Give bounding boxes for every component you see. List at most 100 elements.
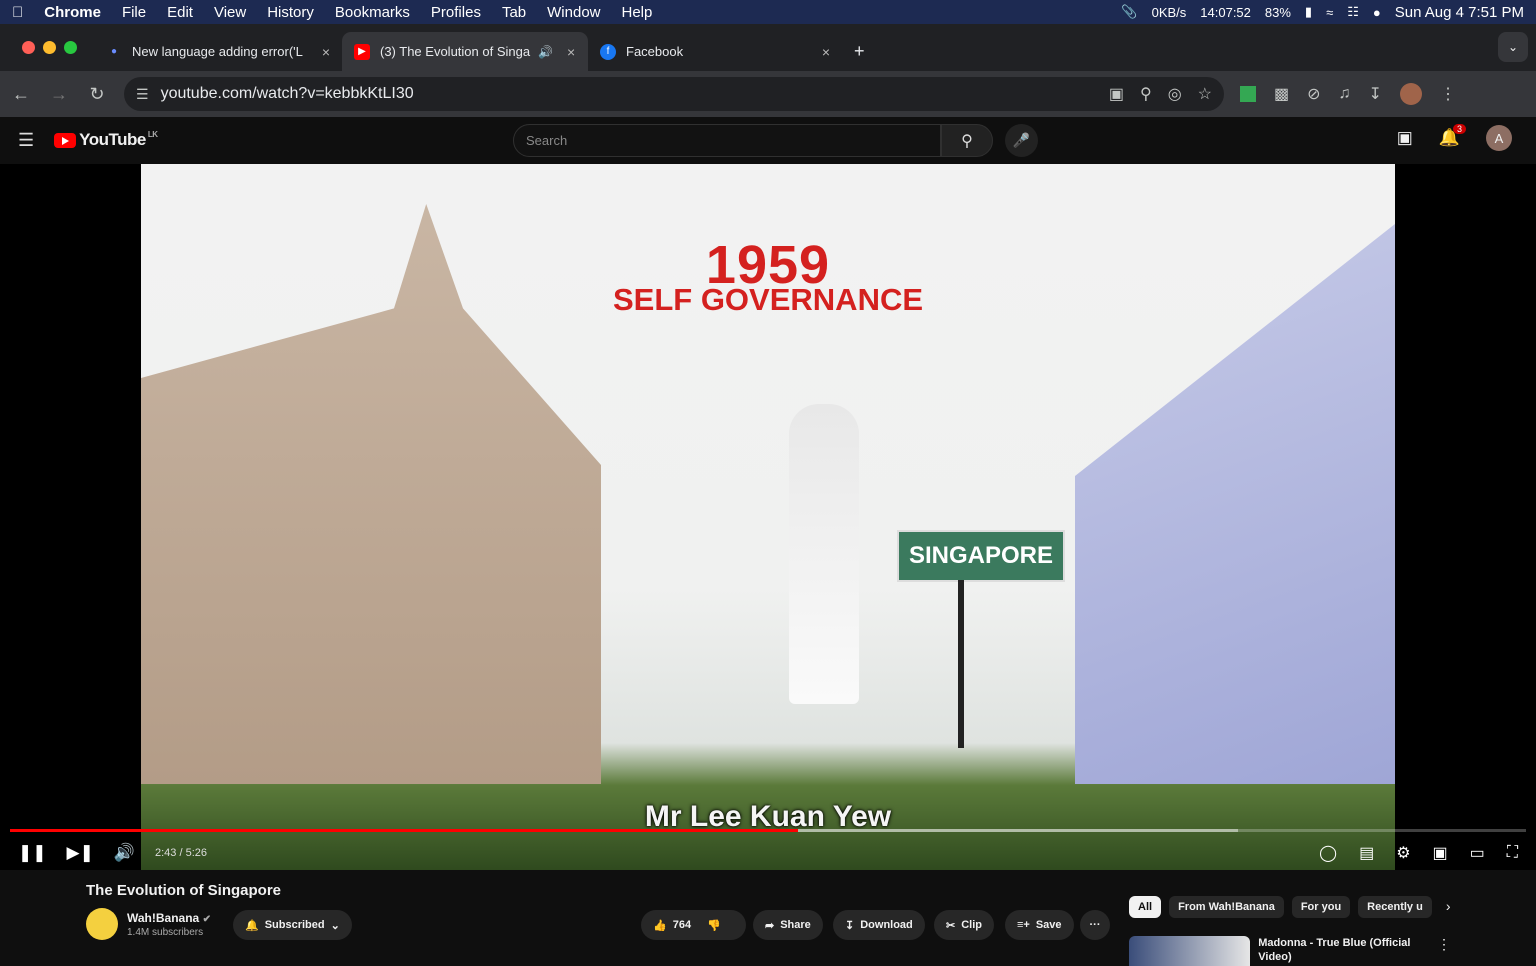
clip-button[interactable]: ✂ Clip [934, 910, 994, 940]
forward-icon[interactable]: → [48, 84, 70, 105]
zoom-window-button[interactable] [64, 41, 77, 54]
chip-all[interactable]: All [1129, 896, 1162, 918]
chip-for-you[interactable]: For you [1291, 896, 1351, 918]
tab-strip: ● New language adding error('L × ▶ (3) T… [0, 24, 1536, 71]
tab-search-button[interactable]: ⌄ [1498, 32, 1528, 62]
network-speed: 0KB/s [1151, 4, 1187, 20]
close-tab-icon[interactable]: × [567, 44, 575, 60]
paperclip-icon[interactable]: 📎 [1121, 4, 1137, 20]
youtube-logo[interactable]: YouTube LK [54, 130, 158, 150]
more-actions-button[interactable]: ··· [1080, 910, 1110, 940]
fullscreen-icon[interactable]: ⛶ [1507, 844, 1518, 862]
youtube-play-logo-icon [54, 132, 77, 148]
back-icon[interactable]: ← [10, 84, 32, 105]
share-button[interactable]: ➦ Share [753, 910, 823, 940]
wifi-icon[interactable]: ≈ [1326, 5, 1333, 20]
channel-name[interactable]: Wah!Banana ✔ [127, 911, 211, 925]
channel-info: Wah!Banana ✔ 1.4M subscribers [86, 908, 211, 940]
video-player[interactable]: 1959 SELF GOVERNANCE SINGAPORE Mr Lee Ku… [0, 164, 1536, 870]
recommended-video[interactable]: Madonna - True Blue (Official Video) ⋮ [1129, 936, 1451, 966]
recommendation-chips: All From Wah!Banana For you Recently u › [1129, 896, 1456, 918]
more-options-icon[interactable]: ⋮ [1437, 936, 1451, 966]
menu-profiles[interactable]: Profiles [431, 4, 481, 21]
close-window-button[interactable] [22, 41, 35, 54]
subtitles-icon[interactable]: ▤ [1359, 843, 1374, 863]
menu-bookmarks[interactable]: Bookmarks [335, 4, 410, 21]
sheets-extension-icon[interactable] [1240, 86, 1256, 102]
menu-file[interactable]: File [122, 4, 146, 21]
chip-from-channel[interactable]: From Wah!Banana [1169, 896, 1284, 918]
chrome-menu-icon[interactable]: ⋮ [1440, 84, 1456, 104]
scissors-icon: ✂ [946, 919, 956, 932]
menu-history[interactable]: History [267, 4, 314, 21]
window-controls [22, 41, 77, 54]
media-queue-icon[interactable]: ♫ [1339, 85, 1351, 103]
performance-icon[interactable]: ⊘ [1307, 84, 1320, 104]
create-video-icon[interactable]: ▣ [1397, 128, 1413, 148]
recommended-thumbnail[interactable] [1129, 936, 1251, 966]
control-center-icon[interactable]: ☷ [1347, 4, 1359, 20]
siri-icon[interactable]: ● [1373, 5, 1381, 20]
download-icon[interactable]: ↧ [1369, 84, 1382, 104]
menu-view[interactable]: View [214, 4, 246, 21]
recommended-title[interactable]: Madonna - True Blue (Official Video) [1258, 936, 1429, 966]
zoom-icon[interactable]: ⚲ [1140, 84, 1152, 104]
macos-menubar:  Chrome File Edit View History Bookmark… [0, 0, 1536, 24]
search-button[interactable]: ⚲ [941, 124, 993, 157]
tab-language-error[interactable]: ● New language adding error('L × [94, 32, 342, 71]
next-video-icon[interactable]: ▶❚ [67, 843, 94, 863]
close-tab-icon[interactable]: × [822, 44, 830, 60]
extensions-puzzle-icon[interactable]: ▩ [1274, 84, 1289, 104]
voice-search-button[interactable]: 🎤 [1005, 124, 1038, 157]
bookmark-star-icon[interactable]: ☆ [1198, 84, 1212, 104]
dislike-icon[interactable]: 👎 [707, 919, 721, 932]
menu-tab[interactable]: Tab [502, 4, 526, 21]
autoplay-toggle-icon[interactable]: ◯ [1319, 843, 1337, 863]
url-text[interactable]: youtube.com/watch?v=kebbkKtLI30 [161, 85, 414, 103]
profile-avatar[interactable] [1399, 83, 1422, 105]
tab-facebook[interactable]: f Facebook × [588, 32, 842, 71]
account-avatar[interactable]: A [1486, 125, 1512, 151]
reload-icon[interactable]: ↻ [86, 84, 108, 105]
timer-readout[interactable]: 14:07:52 [1200, 5, 1251, 20]
pause-icon[interactable]: ❚❚ [18, 843, 47, 863]
download-button[interactable]: ↧ Download [833, 910, 925, 940]
like-count[interactable]: 764 [673, 919, 691, 931]
address-bar[interactable]: ☰ youtube.com/watch?v=kebbkKtLI30 ▣ ⚲ ◎ … [124, 77, 1224, 111]
subscriber-count: 1.4M subscribers [127, 926, 204, 938]
notifications-bell-icon[interactable]: 🔔 3 [1439, 124, 1466, 148]
subscribed-button[interactable]: 🔔 Subscribed ⌄ [233, 910, 352, 940]
menubar-clock[interactable]: Sun Aug 4 7:51 PM [1395, 4, 1524, 21]
install-app-icon[interactable]: ▣ [1109, 84, 1124, 104]
hamburger-menu-icon[interactable]: ☰ [18, 130, 34, 151]
theater-mode-icon[interactable]: ▭ [1470, 843, 1485, 863]
clip-label: Clip [961, 919, 982, 931]
channel-avatar[interactable] [86, 908, 118, 940]
overlay-headline: SELF GOVERNANCE [612, 282, 924, 317]
chevron-right-icon[interactable]: › [1440, 896, 1457, 918]
save-button[interactable]: ≡+ Save [1005, 910, 1074, 940]
minimize-window-button[interactable] [43, 41, 56, 54]
subscribed-label: Subscribed [264, 919, 325, 931]
new-tab-button[interactable]: + [842, 32, 882, 71]
settings-gear-icon[interactable]: ⚙ [1396, 843, 1410, 863]
volume-icon[interactable]: 🔊 [114, 843, 135, 863]
site-info-icon[interactable]: ☰ [136, 86, 149, 103]
menu-help[interactable]: Help [622, 4, 653, 21]
apple-menu-icon[interactable]:  [12, 4, 23, 21]
tracking-eye-icon[interactable]: ◎ [1168, 84, 1182, 104]
tab-youtube[interactable]: ▶ (3) The Evolution of Singa 🔊 × [342, 32, 588, 71]
video-frame[interactable]: 1959 SELF GOVERNANCE SINGAPORE Mr Lee Ku… [141, 164, 1395, 870]
progress-bar[interactable] [10, 829, 1526, 832]
player-controls: ❚❚ ▶❚ 🔊 2:43 / 5:26 ◯ ▤ ⚙ ▣ ▭ ⛶ [0, 836, 1536, 870]
app-menu[interactable]: Chrome [44, 4, 101, 21]
menu-window[interactable]: Window [547, 4, 600, 21]
search-input[interactable]: Search [513, 124, 941, 157]
close-tab-icon[interactable]: × [322, 44, 330, 60]
speaker-icon[interactable]: 🔊 [538, 45, 553, 59]
miniplayer-icon[interactable]: ▣ [1433, 843, 1448, 863]
like-icon[interactable]: 👍 [653, 919, 667, 932]
menu-edit[interactable]: Edit [167, 4, 193, 21]
battery-icon[interactable]: ▮ [1305, 4, 1312, 20]
chip-recently-uploaded[interactable]: Recently u [1358, 896, 1432, 918]
